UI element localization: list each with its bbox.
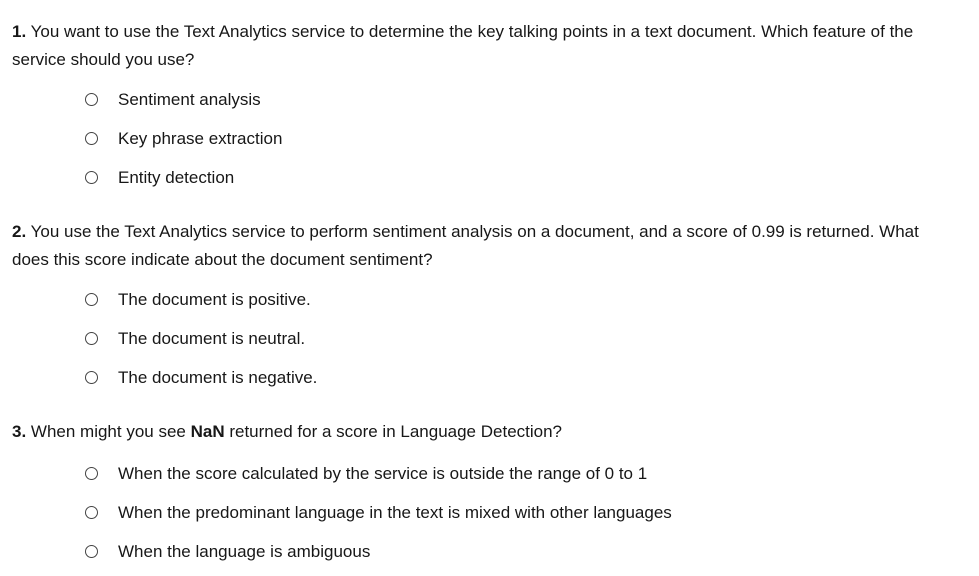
option-label: The document is neutral. xyxy=(118,328,306,348)
question-2-prompt: You use the Text Analytics service to pe… xyxy=(12,222,919,269)
radio-button[interactable] xyxy=(85,506,98,519)
radio-button[interactable] xyxy=(85,93,98,106)
option-document-negative[interactable]: The document is negative. xyxy=(12,358,952,397)
question-3-nan-term: NaN xyxy=(190,422,225,441)
question-3: 3. When might you see NaN returned for a… xyxy=(12,418,672,571)
option-label: Sentiment analysis xyxy=(118,89,261,109)
question-1-prompt: You want to use the Text Analytics servi… xyxy=(12,22,914,69)
question-1: 1. You want to use the Text Analytics se… xyxy=(12,18,952,197)
option-label: Key phrase extraction xyxy=(118,128,283,148)
option-sentiment-analysis[interactable]: Sentiment analysis xyxy=(12,80,952,119)
radio-button[interactable] xyxy=(85,467,98,480)
question-1-text: 1. You want to use the Text Analytics se… xyxy=(12,18,952,74)
option-label: When the predominant language in the tex… xyxy=(118,502,672,522)
question-2-text: 2. You use the Text Analytics service to… xyxy=(12,218,952,274)
option-label: When the score calculated by the service… xyxy=(118,463,648,483)
option-label: When the language is ambiguous xyxy=(118,541,371,561)
radio-button[interactable] xyxy=(85,371,98,384)
radio-button[interactable] xyxy=(85,132,98,145)
option-key-phrase-extraction[interactable]: Key phrase extraction xyxy=(12,119,952,158)
option-score-outside-range[interactable]: When the score calculated by the service… xyxy=(12,454,672,493)
question-3-number: 3. xyxy=(12,422,27,441)
option-document-positive[interactable]: The document is positive. xyxy=(12,280,952,319)
question-1-number: 1. xyxy=(12,22,27,41)
question-2: 2. You use the Text Analytics service to… xyxy=(12,218,952,397)
radio-button[interactable] xyxy=(85,293,98,306)
option-label: The document is positive. xyxy=(118,289,311,309)
radio-button[interactable] xyxy=(85,332,98,345)
option-language-ambiguous[interactable]: When the language is ambiguous xyxy=(12,532,672,571)
option-entity-detection[interactable]: Entity detection xyxy=(12,158,952,197)
question-3-text: 3. When might you see NaN returned for a… xyxy=(12,418,672,446)
question-3-prompt-end: returned for a score in Language Detecti… xyxy=(224,422,563,441)
question-2-number: 2. xyxy=(12,222,27,241)
radio-button[interactable] xyxy=(85,545,98,558)
radio-button[interactable] xyxy=(85,171,98,184)
question-1-options: Sentiment analysis Key phrase extraction… xyxy=(12,80,952,197)
option-label: Entity detection xyxy=(118,167,235,187)
question-3-options: When the score calculated by the service… xyxy=(12,454,672,571)
option-language-mixed[interactable]: When the predominant language in the tex… xyxy=(12,493,672,532)
option-label: The document is negative. xyxy=(118,367,318,387)
question-3-prompt-start: When might you see xyxy=(26,422,191,441)
question-2-options: The document is positive. The document i… xyxy=(12,280,952,397)
option-document-neutral[interactable]: The document is neutral. xyxy=(12,319,952,358)
